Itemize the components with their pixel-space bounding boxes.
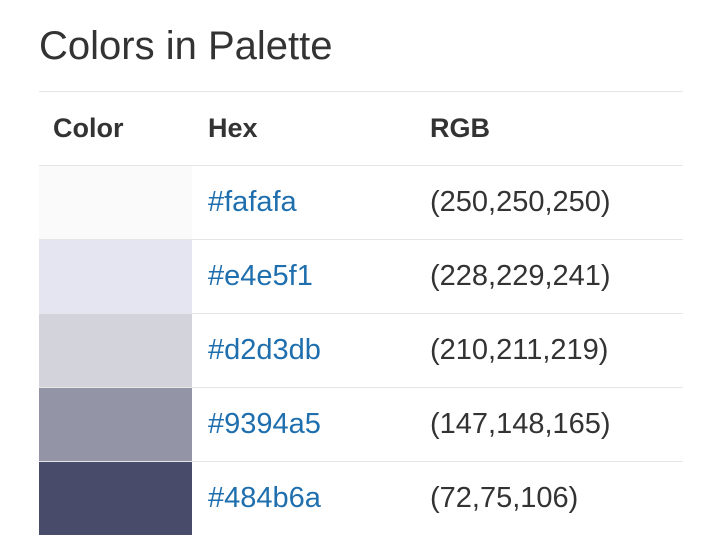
column-header-rgb: RGB xyxy=(414,91,683,166)
rgb-value: (147,148,165) xyxy=(414,387,683,462)
rgb-value: (72,75,106) xyxy=(430,482,579,514)
color-swatch xyxy=(39,461,192,535)
rgb-value: (210,211,219) xyxy=(414,313,683,388)
hex-link[interactable]: #fafafa xyxy=(208,186,297,218)
column-header-hex: Hex xyxy=(192,91,414,166)
hex-link[interactable]: #e4e5f1 xyxy=(208,260,313,292)
table-header-row: Color Hex RGB xyxy=(39,91,683,166)
column-header-color: Color xyxy=(39,91,192,166)
color-swatch xyxy=(39,313,192,388)
table-row: #9394a5 (147,148,165) xyxy=(39,387,683,462)
page-title: Colors in Palette xyxy=(39,24,333,68)
rgb-value: (228,229,241) xyxy=(414,239,683,314)
hex-link[interactable]: #9394a5 xyxy=(208,408,321,440)
table-row: #fafafa (250,250,250) xyxy=(39,165,683,240)
color-swatch xyxy=(39,239,192,314)
table-row: #484b6a (72,75,106) xyxy=(39,461,683,535)
color-swatch xyxy=(39,165,192,240)
hex-link[interactable]: #484b6a xyxy=(208,482,321,514)
color-swatch xyxy=(39,387,192,462)
table-row: #d2d3db (210,211,219) xyxy=(39,313,683,388)
rgb-value: (250,250,250) xyxy=(414,165,683,240)
hex-link[interactable]: #d2d3db xyxy=(208,334,321,366)
palette-table: Color Hex RGB #fafafa (250,250,250) #e4e… xyxy=(39,91,683,535)
table-row: #e4e5f1 (228,229,241) xyxy=(39,239,683,314)
